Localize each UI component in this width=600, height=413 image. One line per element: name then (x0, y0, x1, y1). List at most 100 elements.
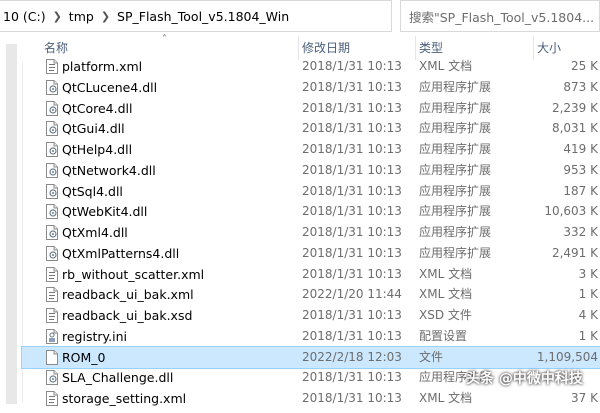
file-row[interactable]: QtCore4.dll 2018/1/31 10:13 应用程序扩展 2,239 K (22, 98, 600, 119)
dll-file-icon (46, 225, 58, 240)
dll-file-icon (46, 142, 58, 157)
file-name: SLA_Challenge.dll (62, 370, 174, 386)
file-row[interactable]: QtWebKit4.dll 2018/1/31 10:13 应用程序扩展 10,603… (22, 201, 600, 222)
file-row[interactable]: QtSql4.dll 2018/1/31 10:13 应用程序扩展 187 K (22, 181, 600, 202)
dll-file-icon (46, 245, 58, 261)
xml-file-icon (46, 59, 58, 74)
file-type: XML 文档 (419, 391, 473, 405)
file-type: 应用程序扩展 (419, 142, 492, 156)
dll-file-icon (46, 183, 58, 199)
file-type: 配置设置 (419, 328, 468, 343)
file-name: readback_ui_bak.xsd (62, 308, 193, 323)
file-type: XML 文档 (419, 59, 473, 73)
file-row[interactable]: ROM_0 2022/2/18 12:03 文件 1,109,504 (21, 345, 600, 369)
file-size: 1,109,504 (536, 349, 598, 364)
file-type: 应用程序扩展 (419, 245, 492, 260)
file-date-modified: 2018/1/31 10:13 (302, 59, 402, 73)
file-row[interactable]: QtGui4.dll 2018/1/31 10:13 应用程序扩展 8,031 K (22, 118, 600, 139)
file-type: 应用程序扩展 (419, 79, 492, 94)
breadcrumb[interactable]: 10 (C:) ❯ tmp ❯ SP_Flash_Tool_v5.1804_Wi… (0, 0, 392, 32)
file-type: 应用程序扩展 (419, 121, 492, 136)
file-name: QtCore4.dll (62, 100, 133, 116)
file-row[interactable]: QtCLucene4.dll 2018/1/31 10:13 应用程序扩展 873 K (22, 77, 600, 98)
file-size: 8,031 K (551, 121, 598, 136)
file-date-modified: 2018/1/31 10:13 (302, 245, 402, 260)
file-size: 25 K (571, 59, 598, 73)
watermark: 头条 @中微中科技 (466, 368, 583, 388)
file-size: 873 K (563, 79, 598, 94)
dll-file-icon (46, 370, 58, 386)
file-size: 2,491 K (551, 245, 598, 260)
file-row[interactable]: QtXmlPatterns4.dll 2018/1/31 10:13 应用程序扩展 2… (22, 243, 600, 264)
file-type: 应用程序扩展 (419, 100, 492, 115)
file-size: 1 K (578, 287, 598, 302)
xml-file-icon (46, 287, 58, 303)
file-row[interactable]: QtNetwork4.dll 2018/1/31 10:13 应用程序扩展 953 K (22, 160, 600, 181)
file-date-modified: 2018/1/31 10:13 (302, 142, 402, 156)
file-date-modified: 2018/1/31 10:13 (302, 121, 402, 136)
dll-file-icon (46, 162, 58, 178)
file-size: 953 K (563, 162, 598, 177)
breadcrumb-drive[interactable]: 10 (C:) (0, 9, 49, 24)
dll-file-icon (46, 79, 58, 95)
dll-file-icon (46, 100, 58, 116)
file-type: 应用程序扩展 (419, 162, 492, 177)
file-name: QtXmlPatterns4.dll (62, 245, 180, 261)
file-row[interactable]: readback_ui_bak.xml 2022/1/20 11:44 XML 文档… (22, 284, 600, 305)
xml-file-icon (46, 391, 58, 406)
file-type: 应用程序扩展 (419, 204, 492, 219)
file-date-modified: 2018/1/31 10:13 (302, 391, 402, 405)
file-name: QtHelp4.dll (62, 142, 133, 157)
file-row[interactable]: platform.xml 2018/1/31 10:13 XML 文档 25 K (22, 56, 600, 77)
file-name: QtCLucene4.dll (62, 79, 158, 95)
file-size: 332 K (563, 225, 598, 239)
blank-file-icon (46, 349, 58, 365)
file-name: QtSql4.dll (62, 183, 123, 199)
file-size: 3 K (578, 266, 598, 281)
file-size: 187 K (563, 183, 598, 198)
file-name: readback_ui_bak.xml (62, 287, 194, 303)
breadcrumb-tmp[interactable]: tmp (66, 9, 97, 24)
file-date-modified: 2018/1/31 10:13 (302, 79, 402, 94)
dll-file-icon (46, 121, 58, 137)
watermark-text: 头条 @中微中科技 (466, 371, 583, 387)
file-date-modified: 2022/2/18 12:03 (302, 349, 402, 364)
navigation-scrollbar[interactable] (6, 44, 17, 404)
file-name: registry.ini (62, 328, 127, 344)
refresh-button[interactable] (392, 0, 400, 32)
search-input[interactable]: 搜索"SP_Flash_Tool_v5.1804... (409, 7, 594, 26)
search-box[interactable]: 搜索"SP_Flash_Tool_v5.1804... (400, 0, 600, 32)
file-row[interactable]: readback_ui_bak.xsd 2018/1/31 10:13 XSD 文件… (22, 305, 600, 326)
file-date-modified: 2018/1/31 10:13 (302, 308, 402, 322)
file-type: XSD 文件 (419, 308, 472, 322)
file-type: XML 文档 (419, 266, 473, 281)
file-row[interactable]: QtXml4.dll 2018/1/31 10:13 应用程序扩展 332 K (22, 222, 600, 243)
file-date-modified: 2018/1/31 10:13 (302, 266, 402, 281)
file-date-modified: 2018/1/31 10:13 (302, 225, 402, 239)
xml-file-icon (46, 266, 58, 282)
file-size: 1 K (578, 328, 598, 343)
file-row[interactable]: registry.ini 2018/1/31 10:13 配置设置 1 K (22, 326, 600, 347)
file-size: 419 K (563, 142, 598, 156)
file-name: QtWebKit4.dll (62, 204, 148, 220)
file-date-modified: 2018/1/31 10:13 (302, 162, 402, 177)
file-name: rb_without_scatter.xml (62, 266, 205, 282)
file-size: 2,239 K (551, 100, 598, 115)
file-date-modified: 2018/1/31 10:13 (302, 204, 402, 219)
navigation-pane (0, 34, 23, 404)
file-size: 37 K (571, 391, 598, 405)
file-row[interactable]: rb_without_scatter.xml 2018/1/31 10:13 XML… (22, 264, 600, 285)
file-date-modified: 2018/1/31 10:13 (302, 183, 402, 198)
file-size: 10,603 K (544, 204, 598, 219)
dll-file-icon (46, 204, 58, 220)
file-row[interactable]: storage_setting.xml 2018/1/31 10:13 XML 文档… (22, 388, 600, 409)
chevron-right-icon[interactable]: ❯ (97, 10, 114, 23)
ini-file-icon (46, 328, 58, 344)
file-row[interactable]: QtHelp4.dll 2018/1/31 10:13 应用程序扩展 419 K (22, 139, 600, 160)
file-name: storage_setting.xml (62, 391, 187, 406)
address-bar: 10 (C:) ❯ tmp ❯ SP_Flash_Tool_v5.1804_Wi… (0, 0, 600, 35)
breadcrumb-current-folder[interactable]: SP_Flash_Tool_v5.1804_Win (114, 9, 292, 24)
chevron-right-icon[interactable]: ❯ (49, 10, 66, 23)
file-size: 4 K (578, 308, 598, 322)
xsd-file-icon (46, 308, 58, 323)
